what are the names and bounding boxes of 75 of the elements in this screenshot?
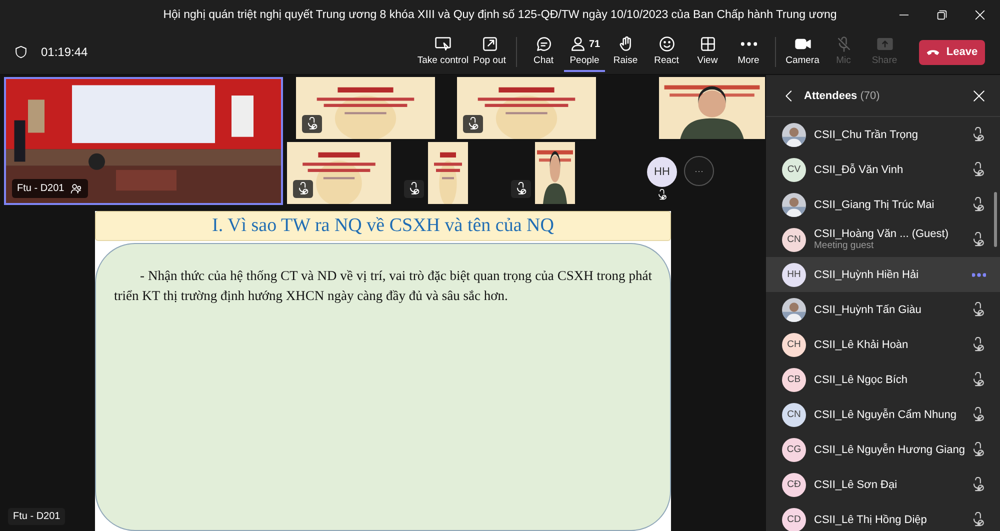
more-icon: [740, 42, 756, 46]
attendee-role: Meeting guest: [814, 240, 875, 251]
attendee-name: CSII_Chu Trần Trọng: [814, 128, 919, 140]
attendee-name: CSII_Lê Nguyễn Hương Giang: [814, 444, 962, 456]
meeting-timer: 01:19:44: [41, 45, 88, 59]
share-screen-icon: [876, 35, 894, 53]
attendee-row[interactable]: CD CSII_Lê Thị Hồng Diệp: [766, 502, 1000, 531]
attendee-name: CSII_Lê Khải Hoàn: [814, 338, 910, 350]
avatar: CB: [782, 368, 806, 392]
avatar: CD: [782, 508, 806, 531]
attendee-name: CSII_Lê Sơn Đại: [814, 478, 898, 490]
pop-out-button[interactable]: Pop out: [469, 32, 510, 72]
mic-off-icon: [407, 182, 421, 196]
attendee-row[interactable]: CĐ CSII_Lê Sơn Đại: [766, 467, 1000, 502]
people-button[interactable]: 71 People: [564, 32, 605, 72]
attendee-row[interactable]: CSII_Giang Thị Trúc Mai: [766, 187, 1000, 222]
avatar: CV: [782, 158, 806, 182]
person-icon: [568, 35, 587, 53]
avatar: CĐ: [782, 472, 806, 496]
mic-off-icon: [296, 182, 310, 196]
mic-off-icon: [514, 182, 528, 196]
grid-icon: [698, 35, 716, 53]
attendee-name: CSII_Hoàng Văn ... (Guest): [814, 228, 950, 240]
close-icon: [972, 88, 986, 102]
smiley-icon: [658, 35, 676, 53]
raise-button[interactable]: Raise: [605, 32, 646, 72]
attendee-row[interactable]: CN CSII_Hoàng Văn ... (Guest) Meeting guest: [766, 222, 1000, 257]
shield-icon: [14, 45, 28, 59]
take-control-button[interactable]: Take control: [417, 32, 469, 72]
participant-name: Ftu - D201: [17, 183, 64, 194]
screen-pointer-icon: [434, 35, 452, 53]
restore-icon: [936, 9, 948, 21]
attendee-row[interactable]: CSII_Chu Trần Trọng: [766, 117, 1000, 152]
scrollbar[interactable]: [994, 192, 997, 247]
attendee-row[interactable]: CV CSII_Đỗ Văn Vinh: [766, 152, 1000, 187]
video-tile[interactable]: Ftu - D201: [4, 77, 283, 205]
view-button[interactable]: View: [687, 32, 728, 72]
mic-off-icon: [466, 117, 480, 131]
attendee-count: (70): [860, 90, 880, 102]
avatar: HH: [647, 157, 677, 187]
avatar: CN: [782, 228, 806, 252]
attendee-row[interactable]: HH CSII_Huỳnh Hiền Hải: [766, 257, 1000, 292]
leave-button[interactable]: Leave: [919, 40, 985, 64]
camera-button[interactable]: Camera: [782, 32, 823, 72]
presenter-name: Ftu - D201: [8, 508, 66, 525]
attendee-row[interactable]: CB CSII_Lê Ngọc Bích: [766, 362, 1000, 397]
slide-text: - Nhận thức của hệ thống CT và ND về vị trí, vai trò đặc biệt quan trọng của CSXH trong phát triển KT thị trường định hướng XHCN ngày càng đầy đủ và sâu sắc hơn.: [114, 267, 652, 305]
attendee-name: CSII_Lê Thị Hồng Diệp: [814, 514, 928, 526]
more-button[interactable]: More: [728, 32, 769, 72]
panel-title: Attendees: [804, 90, 858, 102]
close-icon: [974, 9, 986, 21]
avatar: CH: [782, 332, 806, 356]
attendee-name: CSII_Lê Nguyễn Cẩm Nhung: [814, 408, 958, 420]
attendee-row[interactable]: CH CSII_Lê Khải Hoàn: [766, 327, 1000, 362]
pop-out-icon: [480, 35, 498, 53]
slide-title: I. Vì sao TW ra NQ về CSXH và tên của NQ: [95, 211, 671, 241]
avatar: CN: [782, 402, 806, 426]
attendee-name: CSII_Huỳnh Tấn Giàu: [814, 304, 922, 316]
avatar: HH: [782, 262, 806, 286]
window-title: Hội nghị quán triệt nghị quyết Trung ương 8 khóa XIII và Quy định số 125-QĐ/TW ngày 10/10/2023 của Ban Chấp hành Trung ương: [162, 9, 838, 21]
attendee-name: CSII_Giang Thị Trúc Mai: [814, 198, 936, 210]
attendee-name: CSII_Đỗ Văn Vinh: [814, 164, 904, 176]
avatar: CG: [782, 438, 806, 462]
react-button[interactable]: React: [646, 32, 687, 72]
attendee-name: CSII_Lê Ngọc Bích: [814, 374, 909, 386]
attendee-row[interactable]: CN CSII_Lê Nguyễn Cẩm Nhung: [766, 397, 1000, 432]
chat-button[interactable]: Chat: [523, 32, 564, 72]
attendee-row[interactable]: CG CSII_Lê Nguyễn Hương Giang: [766, 432, 1000, 467]
more-participants-button[interactable]: ···: [684, 156, 714, 186]
more-icon: [972, 272, 986, 276]
attendee-row[interactable]: CSII_Huỳnh Tấn Giàu: [766, 292, 1000, 327]
chat-icon: [534, 35, 552, 53]
group-icon: [70, 182, 84, 195]
attendee-name: CSII_Huỳnh Hiền Hải: [814, 268, 920, 280]
mic-off-icon: [305, 117, 319, 131]
